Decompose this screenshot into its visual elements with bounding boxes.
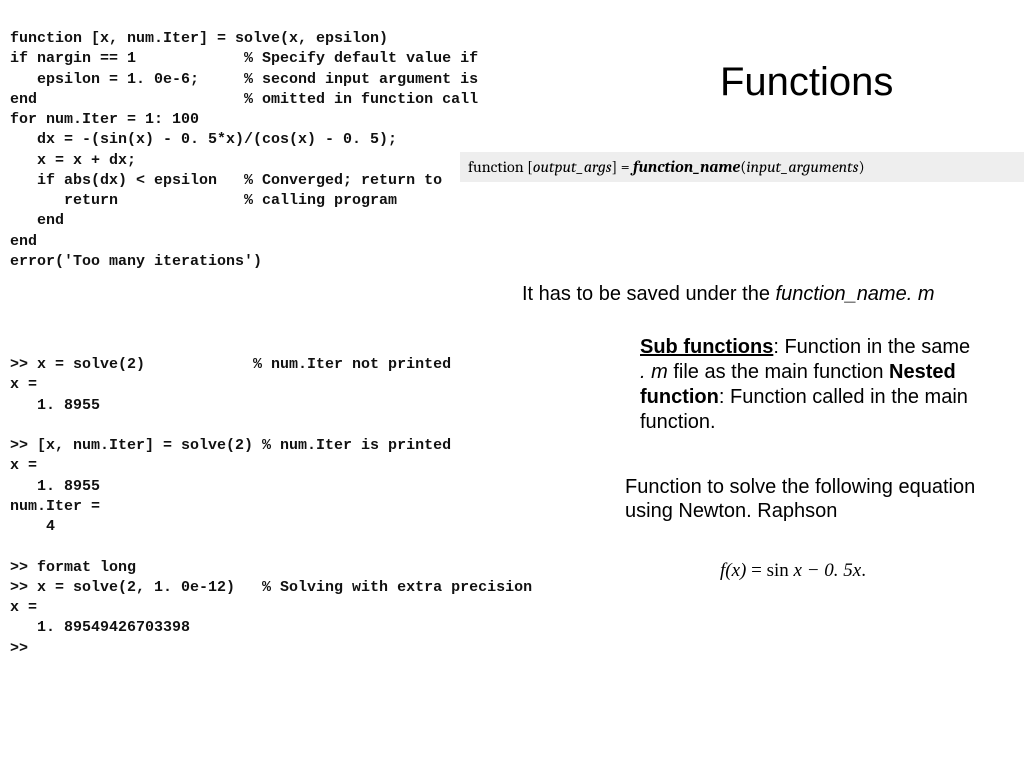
syntax-rbracket: ] = bbox=[612, 158, 634, 176]
equation-description: Function to solve the following equation… bbox=[625, 475, 985, 523]
syntax-rparen: ) bbox=[858, 158, 864, 176]
save-filename-note: It has to be saved under the function_na… bbox=[522, 283, 935, 306]
function-syntax-box: function [output_args] = function_name(i… bbox=[460, 152, 1024, 182]
syntax-input-args: input_arguments bbox=[746, 158, 858, 176]
save-note-text: It has to be saved under the bbox=[522, 283, 776, 305]
equation-rhs: x − 0. 5x bbox=[789, 560, 861, 581]
syntax-keyword: function bbox=[468, 158, 524, 176]
subfunctions-text-2: file as the main function bbox=[668, 361, 889, 383]
subfunctions-text-1: : Function in the same bbox=[773, 336, 970, 358]
save-note-filename: function_name. m bbox=[776, 283, 935, 305]
equation-equals: = bbox=[746, 560, 766, 581]
syntax-function-name: function_name bbox=[633, 158, 740, 176]
m-file-text: . m bbox=[640, 361, 668, 383]
subfunction-note: Sub functions: Function in the same . m … bbox=[640, 335, 980, 435]
command-session-code: >> x = solve(2) % num.Iter not printed x… bbox=[10, 355, 532, 659]
slide: Functions function [x, num.Iter] = solve… bbox=[0, 0, 1024, 768]
syntax-lbracket: [ bbox=[524, 158, 533, 176]
equation-sin: sin bbox=[767, 560, 789, 581]
slide-title: Functions bbox=[720, 60, 893, 105]
function-definition-code: function [x, num.Iter] = solve(x, epsilo… bbox=[10, 29, 478, 272]
subfunctions-heading: Sub functions bbox=[640, 336, 773, 358]
equation-lhs: f(x) bbox=[720, 560, 746, 581]
equation: f(x) = sin x − 0. 5x. bbox=[720, 560, 866, 582]
equation-period: . bbox=[861, 560, 866, 581]
syntax-output-args: output_args bbox=[533, 158, 612, 176]
